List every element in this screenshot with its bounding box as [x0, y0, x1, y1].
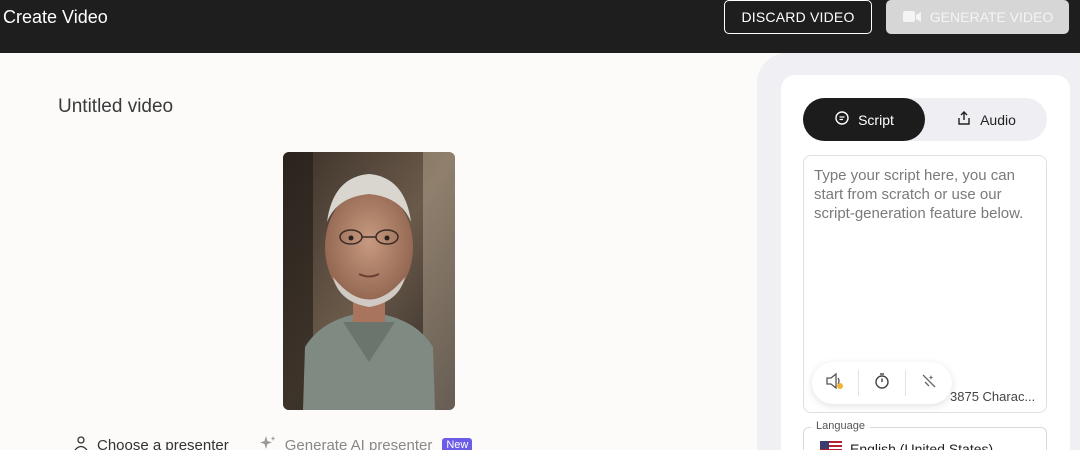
- generate-video-button[interactable]: GENERATE VIDEO: [886, 0, 1069, 34]
- person-icon: [73, 435, 89, 450]
- tab-script[interactable]: Script: [803, 98, 925, 141]
- presenter-image[interactable]: [283, 152, 455, 410]
- language-value-label: English (United States): [850, 441, 994, 450]
- language-label: Language: [811, 420, 870, 432]
- character-count: 3875 Charac...: [950, 389, 1036, 404]
- top-bar: Create Video DISCARD VIDEO GENERATE VIDE…: [0, 0, 1080, 53]
- tab-audio[interactable]: Audio: [925, 98, 1047, 141]
- video-title[interactable]: Untitled video: [58, 96, 173, 118]
- video-camera-icon: [902, 9, 922, 25]
- tab-script-label: Script: [858, 111, 894, 128]
- generate-video-label: GENERATE VIDEO: [929, 9, 1054, 25]
- generate-ai-presenter-button[interactable]: Generate AI presenter New: [259, 435, 473, 450]
- script-placeholder: Type your script here, you can start fro…: [814, 167, 1024, 222]
- voice-tool-button[interactable]: [812, 362, 858, 404]
- speaker-icon: [825, 372, 845, 395]
- new-badge: New: [442, 438, 473, 450]
- stopwatch-icon: [873, 372, 891, 395]
- choose-presenter-button[interactable]: Choose a presenter: [73, 435, 229, 450]
- us-flag-icon: [820, 441, 842, 450]
- page-title: Create Video: [3, 7, 108, 27]
- tab-audio-label: Audio: [980, 111, 1016, 128]
- script-toolbar: [812, 362, 952, 404]
- chat-bubble-icon: [834, 110, 850, 129]
- generate-ai-label: Generate AI presenter: [284, 436, 433, 450]
- script-textarea[interactable]: Type your script here, you can start fro…: [803, 155, 1047, 413]
- magic-wand-icon: [920, 372, 938, 395]
- choose-presenter-label: Choose a presenter: [97, 436, 229, 450]
- discard-video-button[interactable]: DISCARD VIDEO: [724, 0, 872, 34]
- upload-icon: [956, 110, 972, 129]
- main-area: Untitled video Choose a presenter Genera…: [0, 53, 757, 450]
- script-audio-tabs: Script Audio: [803, 98, 1047, 141]
- generate-script-button[interactable]: [906, 362, 952, 404]
- presenter-actions: Choose a presenter Generate AI presenter…: [73, 435, 473, 450]
- sparkle-icon: [259, 435, 277, 450]
- language-value: English (United States): [820, 441, 993, 450]
- pause-tool-button[interactable]: [859, 362, 905, 404]
